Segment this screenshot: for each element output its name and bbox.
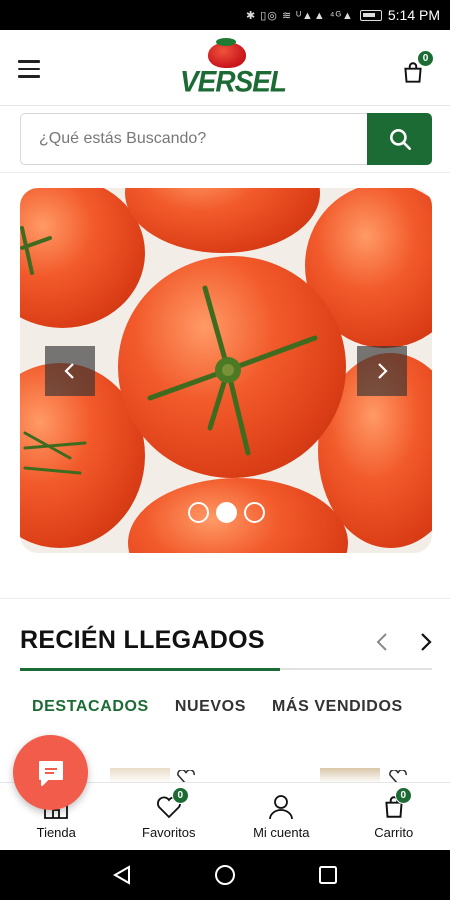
- stem-left-bottom-icon: [23, 431, 87, 475]
- carousel-dot-2[interactable]: [216, 502, 237, 523]
- status-icons: ✱ ▯◎ ≋ ᵁ▲▲ ⁴ᴳ▲: [245, 9, 354, 22]
- section-next-button[interactable]: [416, 628, 436, 656]
- tomato-stem-icon: [147, 285, 318, 456]
- section-title: RECIÉN LLEGADOS: [20, 626, 265, 654]
- home-icon[interactable]: [214, 864, 236, 886]
- hero-carousel[interactable]: [20, 188, 432, 553]
- nav-item-favoritos[interactable]: 0 Favoritos: [113, 783, 226, 851]
- heart-icon: 0: [155, 787, 189, 821]
- carousel-dots: [188, 502, 265, 523]
- section-prev-button[interactable]: [372, 628, 392, 656]
- search-bar: [20, 113, 432, 165]
- header-divider: [0, 172, 450, 173]
- cart-icon: 0: [380, 787, 412, 821]
- logo-text: VERSEL: [180, 65, 287, 98]
- favorites-count-badge: 0: [171, 787, 189, 804]
- chevron-left-icon: [376, 633, 387, 651]
- chevron-left-icon: [64, 363, 74, 379]
- nav-label-favoritos: Favoritos: [142, 825, 196, 840]
- android-nav-bar: [0, 850, 450, 900]
- search-button[interactable]: [367, 113, 432, 165]
- nav-item-mi-cuenta[interactable]: Mi cuenta: [225, 783, 338, 851]
- chat-button[interactable]: [13, 735, 88, 810]
- status-time: 5:14 PM: [387, 7, 440, 23]
- nav-label-mi-cuenta: Mi cuenta: [253, 825, 310, 840]
- stem-left-top-icon: [20, 226, 52, 275]
- search-icon: [389, 129, 411, 151]
- product-image-peek-2: [320, 768, 380, 783]
- carousel-dot-1[interactable]: [188, 502, 209, 523]
- tab-nuevos[interactable]: NUEVOS: [175, 698, 246, 716]
- chat-bubble-icon: [38, 760, 63, 786]
- cart-nav-count-badge: 0: [394, 787, 412, 804]
- back-icon[interactable]: [111, 864, 133, 886]
- menu-icon[interactable]: [18, 60, 40, 78]
- nav-label-carrito: Carrito: [374, 825, 414, 840]
- recents-icon[interactable]: [317, 864, 339, 886]
- section-nav-arrows: [372, 628, 436, 656]
- section-divider: [0, 598, 450, 599]
- user-icon: [267, 793, 295, 821]
- carousel-prev-button[interactable]: [45, 346, 95, 396]
- product-image-peek-1: [110, 768, 170, 783]
- status-bar: ✱ ▯◎ ≋ ᵁ▲▲ ⁴ᴳ▲ 5:14 PM: [0, 0, 450, 30]
- brand-logo[interactable]: VERSEL: [180, 38, 287, 100]
- search-input[interactable]: [20, 113, 368, 165]
- carousel-next-button[interactable]: [357, 346, 407, 396]
- tab-destacados[interactable]: DESTACADOS: [32, 698, 149, 716]
- nav-item-carrito[interactable]: 0 Carrito: [338, 783, 450, 851]
- section-underline-accent: [20, 668, 280, 671]
- cart-count-badge: 0: [417, 50, 434, 67]
- chevron-right-icon: [421, 633, 432, 651]
- carousel-dot-3[interactable]: [244, 502, 265, 523]
- nav-label-tienda: Tienda: [36, 825, 76, 840]
- product-tabs: DESTACADOS NUEVOS MÁS VENDIDOS: [32, 698, 403, 716]
- leaf-logo-icon: [216, 38, 236, 46]
- app-header: VERSEL 0: [0, 30, 450, 106]
- tab-mas-vendidos[interactable]: MÁS VENDIDOS: [272, 698, 403, 716]
- header-cart-button[interactable]: 0: [400, 50, 434, 86]
- chevron-right-icon: [378, 363, 388, 379]
- battery-icon: [359, 9, 382, 21]
